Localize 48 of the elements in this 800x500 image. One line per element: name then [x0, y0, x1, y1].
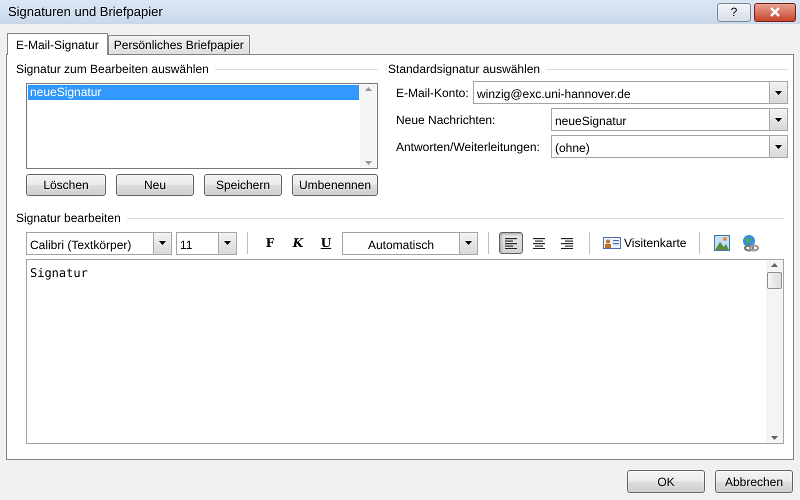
scroll-up-icon[interactable] [771, 263, 778, 267]
bold-button[interactable]: F [258, 232, 282, 254]
globe-link-icon [741, 234, 760, 252]
business-card-icon [603, 237, 621, 249]
dropdown-arrow-icon [775, 90, 782, 94]
scroll-thumb[interactable] [767, 272, 782, 289]
scroll-up-icon[interactable] [365, 87, 372, 91]
action-button[interactable]: Umbenennen [292, 174, 378, 196]
close-button[interactable] [754, 2, 796, 22]
font-dropdown[interactable]: Calibri (Textkörper) [26, 232, 172, 254]
scroll-down-icon[interactable] [771, 436, 778, 440]
dropdown-field[interactable]: (ohne) [551, 135, 788, 158]
underline-button[interactable]: U [314, 232, 338, 254]
align-icon [533, 238, 545, 248]
dropdown-arrow-icon [775, 118, 782, 122]
align-icon [505, 238, 517, 248]
action-button[interactable]: Löschen [26, 174, 106, 196]
field-label: E-Mail-Konto: [396, 84, 470, 102]
scroll-down-icon[interactable] [365, 161, 372, 165]
dropdown-arrow-icon [224, 241, 231, 245]
dropdown-field[interactable]: neueSignatur [551, 108, 788, 131]
action-button[interactable]: Neu [116, 174, 194, 196]
section-label: Signatur zum Bearbeiten auswählen [16, 61, 209, 78]
signature-editor[interactable]: Signatur [26, 259, 784, 444]
italic-button[interactable]: K [286, 232, 310, 254]
size-dropdown[interactable]: 11 [176, 232, 237, 254]
section-label: Signatur bearbeiten [16, 210, 121, 227]
dropdown-arrow-icon [465, 241, 472, 245]
align-left-button[interactable] [499, 232, 523, 254]
dialog-button[interactable]: OK [627, 470, 705, 493]
close-icon [770, 7, 780, 17]
section-label: Standardsignatur auswählen [388, 61, 540, 78]
tab[interactable]: Persönliches Briefpapier [108, 35, 250, 54]
align-icon [561, 238, 573, 248]
picture-icon [714, 235, 730, 251]
field-label: Neue Nachrichten: [396, 112, 496, 128]
field-label: Antworten/Weiterleitungen: [396, 138, 541, 156]
dropdown-arrow-icon [159, 241, 166, 245]
action-button[interactable]: Speichern [204, 174, 282, 196]
dropdown-field[interactable]: winzig@exc.uni-hannover.de [473, 81, 788, 104]
color-dropdown[interactable]: Automatisch [342, 232, 478, 254]
business-card-button[interactable]: Visitenkarte [600, 232, 690, 254]
dialog-button[interactable]: Abbrechen [715, 470, 793, 493]
dropdown-arrow-icon [775, 144, 782, 148]
help-button[interactable]: ? [717, 2, 751, 22]
tab[interactable]: E-Mail-Signatur [7, 33, 108, 55]
signature-text: Signatur [30, 266, 88, 280]
window-title: Signaturen und Briefpapier [8, 3, 164, 22]
